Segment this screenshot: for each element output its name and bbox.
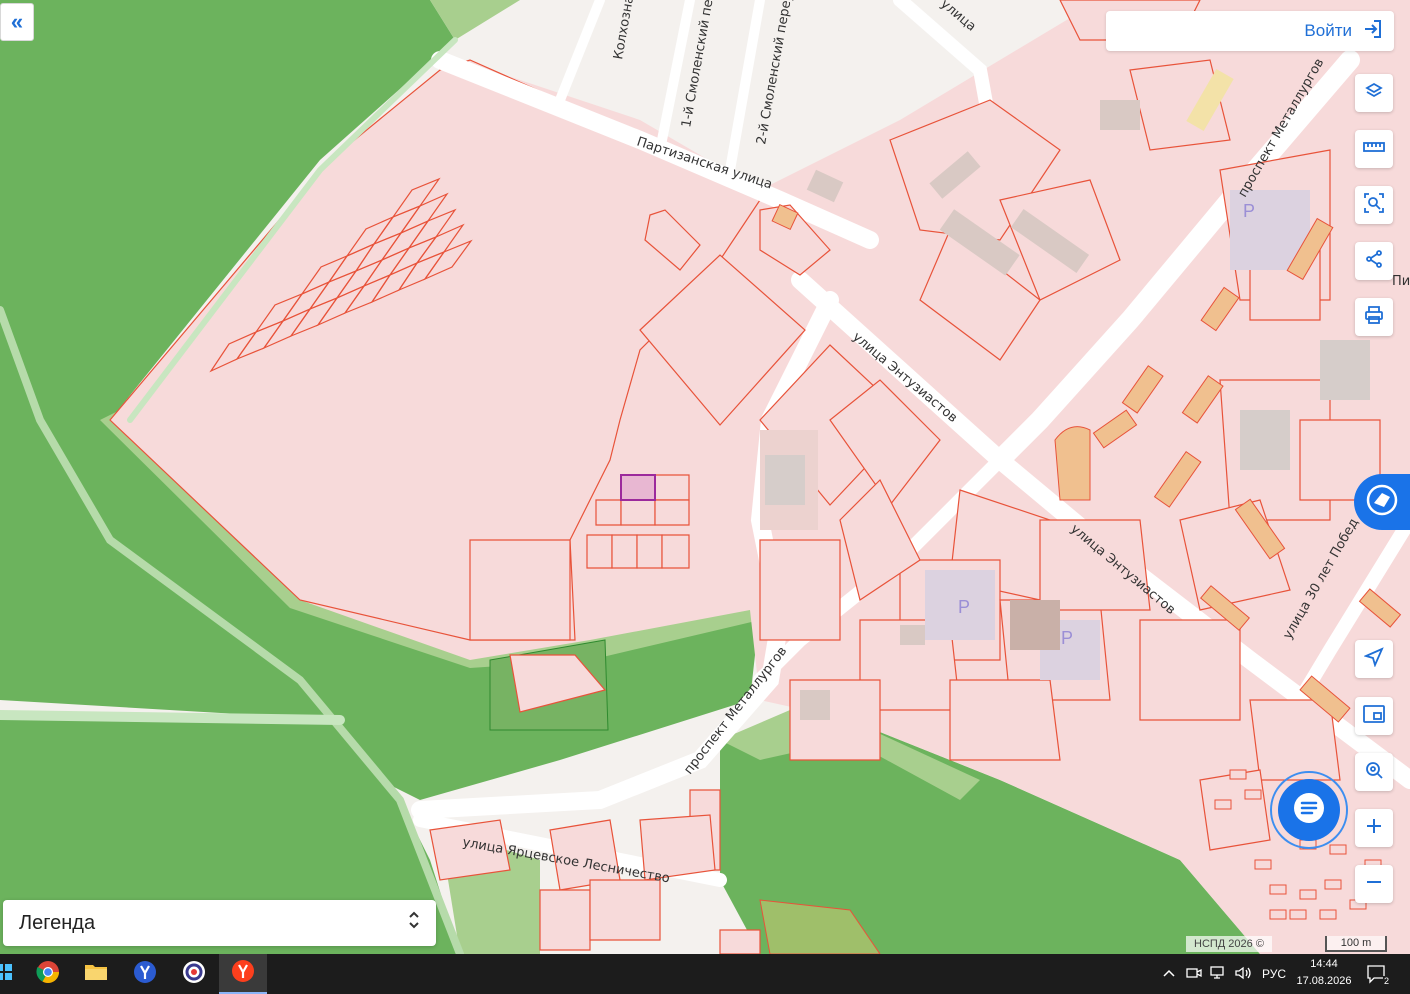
network-icon xyxy=(1210,965,1228,983)
service-logo-icon xyxy=(1365,483,1399,522)
chrome-icon xyxy=(36,960,60,989)
folder-icon xyxy=(84,962,108,987)
cadastral-map[interactable]: P P P Колхозна 1-й Смоленский пер 2-й См… xyxy=(0,0,1410,954)
small-building xyxy=(1324,879,1342,890)
camera-icon xyxy=(1186,966,1202,983)
legend-label: Легенда xyxy=(19,911,96,934)
land-parcel[interactable] xyxy=(654,499,690,526)
parking-marker: P xyxy=(1061,628,1073,648)
zoom-out-icon xyxy=(1365,873,1383,896)
land-parcel[interactable] xyxy=(595,499,622,526)
taskbar-app-chrome[interactable] xyxy=(24,954,72,994)
tray-volume[interactable] xyxy=(1234,954,1252,994)
taskbar: РУС 14:44 17.08.2026 2 xyxy=(0,954,1410,994)
geo-search-button[interactable] xyxy=(1355,753,1393,791)
land-parcel[interactable] xyxy=(586,534,613,569)
share-button[interactable] xyxy=(1355,242,1393,280)
zoom-out-button[interactable] xyxy=(1355,865,1393,903)
small-building xyxy=(1299,889,1317,900)
small-building xyxy=(1329,844,1347,855)
yandex-y-icon xyxy=(133,960,157,989)
share-icon xyxy=(1364,249,1384,274)
street-label: Пи xyxy=(1392,274,1410,289)
geo-search-icon xyxy=(1364,760,1384,785)
chat-button[interactable] xyxy=(1270,771,1348,849)
clock-time: 14:44 xyxy=(1310,958,1338,970)
land-parcel[interactable] xyxy=(611,534,638,569)
small-building xyxy=(1269,909,1287,920)
print-icon xyxy=(1364,305,1384,330)
small-building xyxy=(1319,909,1337,920)
double-chevron-left-icon: « xyxy=(10,9,24,34)
tray-network[interactable] xyxy=(1210,954,1228,994)
taskbar-app-explorer[interactable] xyxy=(72,954,120,994)
small-building xyxy=(1214,799,1232,810)
layers-button[interactable] xyxy=(1355,74,1393,112)
small-building xyxy=(1254,859,1272,870)
side-panel-tab[interactable] xyxy=(1354,474,1410,530)
chevron-up-icon xyxy=(1162,967,1176,981)
layers-icon xyxy=(1364,81,1384,106)
parking-marker: P xyxy=(958,597,970,617)
notifications-button[interactable]: 2 xyxy=(1366,954,1390,994)
minimap-icon xyxy=(1363,704,1385,728)
circle-app-icon xyxy=(182,960,206,989)
land-parcel[interactable] xyxy=(654,474,690,501)
chevron-up-down-icon xyxy=(408,910,420,936)
selected-parcel[interactable] xyxy=(620,474,656,501)
zoom-in-icon xyxy=(1365,817,1383,840)
locate-button[interactable] xyxy=(1355,640,1393,678)
notification-count: 2 xyxy=(1382,976,1390,986)
login-button[interactable]: Войти xyxy=(1106,11,1394,51)
taskbar-app-circle[interactable] xyxy=(170,954,218,994)
search-area-button[interactable] xyxy=(1355,186,1393,224)
login-icon xyxy=(1362,18,1384,45)
land-parcel[interactable] xyxy=(636,534,663,569)
zoom-in-button[interactable] xyxy=(1355,809,1393,847)
collapse-panel-button[interactable]: « xyxy=(0,3,34,41)
tray-expand[interactable] xyxy=(1162,954,1176,994)
speaker-icon xyxy=(1234,966,1252,983)
minimap-button[interactable] xyxy=(1355,697,1393,735)
copyright-label: НСПД 2026 © xyxy=(1186,936,1272,952)
print-button[interactable] xyxy=(1355,298,1393,336)
map-canvas[interactable]: P P P Колхозна 1-й Смоленский пер 2-й См… xyxy=(0,0,1410,954)
scale-bar: 100 m xyxy=(1325,936,1387,952)
small-building xyxy=(1229,769,1247,780)
windows-icon xyxy=(0,963,12,985)
taskbar-app-yandex[interactable] xyxy=(121,954,169,994)
small-building xyxy=(1244,789,1262,800)
search-area-icon xyxy=(1363,192,1385,219)
land-parcel[interactable] xyxy=(469,539,571,641)
taskbar-app-yandex-browser[interactable] xyxy=(219,954,267,994)
tray-language[interactable]: РУС xyxy=(1262,954,1286,994)
parking-marker: P xyxy=(1243,201,1255,221)
tray-camera[interactable] xyxy=(1186,954,1202,994)
yandex-browser-icon xyxy=(231,959,255,988)
clock-date: 17.08.2026 xyxy=(1296,975,1352,987)
ruler-button[interactable] xyxy=(1355,130,1393,168)
legend-dropdown[interactable]: Легенда xyxy=(3,900,436,946)
locate-arrow-icon xyxy=(1363,646,1384,672)
notification-icon: 2 xyxy=(1366,964,1390,986)
land-parcel[interactable] xyxy=(661,534,690,569)
ruler-icon xyxy=(1363,140,1385,159)
login-label: Войти xyxy=(1304,21,1352,40)
small-building xyxy=(1289,909,1307,920)
taskbar-clock[interactable]: 14:44 17.08.2026 xyxy=(1296,956,1352,990)
small-building xyxy=(1269,884,1287,895)
land-parcel[interactable] xyxy=(620,499,656,526)
